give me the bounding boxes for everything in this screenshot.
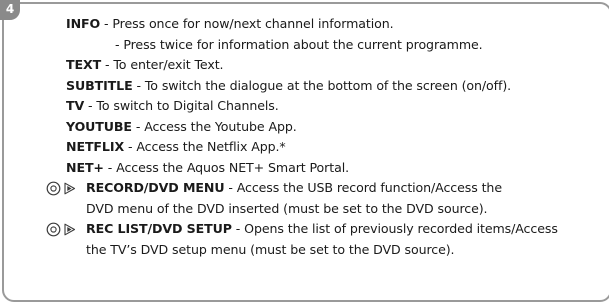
entry-text: - Press twice for information about the … bbox=[115, 36, 483, 52]
entry-sep: - bbox=[84, 98, 97, 113]
play-button-icon bbox=[64, 182, 76, 195]
entry-term: INFO bbox=[66, 16, 101, 31]
entry-sep: - bbox=[101, 57, 114, 72]
entry-text: To switch the dialogue at the bottom of … bbox=[144, 77, 512, 93]
record-play-icons bbox=[46, 222, 80, 237]
entry-sep: - bbox=[124, 139, 137, 154]
entry-info: INFO - Press once for now/next channel i… bbox=[0, 14, 609, 35]
entry-text: Access the Aquos NET+ Smart Portal. bbox=[116, 159, 349, 175]
entry-text: the TV’s DVD setup menu (must be set to … bbox=[86, 241, 455, 257]
entry-netflix: NETFLIX - Access the Netflix App.* bbox=[0, 137, 609, 158]
entry-subtitle: SUBTITLE - To switch the dialogue at the… bbox=[0, 76, 609, 97]
entry-tv: TV - To switch to Digital Channels. bbox=[0, 96, 609, 117]
play-button-icon bbox=[64, 223, 76, 236]
entry-term: REC LIST/DVD SETUP bbox=[86, 221, 232, 236]
entry-sep: - bbox=[231, 221, 245, 236]
record-button-icon bbox=[46, 222, 61, 237]
entry-text: To enter/exit Text. bbox=[113, 57, 224, 72]
entry-term: NETFLIX bbox=[66, 139, 125, 154]
record-play-icons bbox=[46, 181, 80, 196]
entry-youtube: YOUTUBE - Access the Youtube App. bbox=[0, 117, 609, 138]
remote-key-list: INFO - Press once for now/next channel i… bbox=[0, 14, 609, 260]
entry-term: NET+ bbox=[66, 159, 104, 175]
entry-net-plus: NET+ - Access the Aquos NET+ Smart Porta… bbox=[0, 158, 609, 179]
record-button-icon bbox=[46, 181, 61, 196]
entry-text: Access the USB record function/Access th… bbox=[236, 180, 502, 195]
entry-text: Access the Netflix App.* bbox=[136, 139, 286, 154]
entry-sep: - bbox=[103, 159, 117, 175]
entry-rec-list-dvd-setup: REC LIST/DVD SETUP - Opens the list of p… bbox=[0, 219, 609, 240]
entry-text: DVD menu of the DVD inserted (must be se… bbox=[86, 200, 488, 216]
entry-sep: - bbox=[224, 180, 237, 195]
entry-text: Press once for now/next channel informat… bbox=[112, 16, 394, 31]
entry-term: RECORD/DVD MENU bbox=[86, 180, 225, 195]
entry-text: Access the Youtube App. bbox=[144, 118, 297, 134]
entry-sep: - bbox=[131, 118, 145, 134]
entry-rec-list-dvd-setup-continued: the TV’s DVD setup menu (must be set to … bbox=[0, 240, 609, 261]
entry-sep: - bbox=[132, 77, 145, 93]
entry-term: SUBTITLE bbox=[66, 77, 133, 93]
entry-text: To switch to Digital Channels. bbox=[96, 98, 279, 113]
entry-text: Opens the list of previously recorded it… bbox=[244, 221, 558, 236]
entry-info-continued: - Press twice for information about the … bbox=[0, 35, 609, 56]
entry-record-dvd-menu: RECORD/DVD MENU - Access the USB record … bbox=[0, 178, 609, 199]
entry-term: TV bbox=[66, 98, 85, 113]
entry-term: YOUTUBE bbox=[66, 118, 132, 134]
entry-record-dvd-menu-continued: DVD menu of the DVD inserted (must be se… bbox=[0, 199, 609, 220]
entry-term: TEXT bbox=[66, 57, 102, 72]
entry-text-key: TEXT - To enter/exit Text. bbox=[0, 55, 609, 76]
entry-sep: - bbox=[100, 16, 113, 31]
